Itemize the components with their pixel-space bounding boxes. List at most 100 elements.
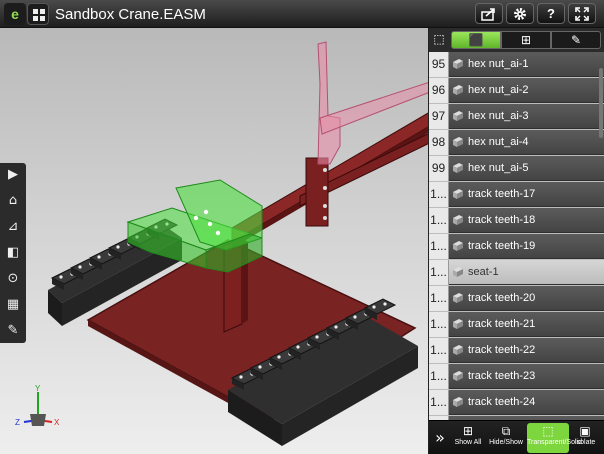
row-label: track teeth-23	[468, 370, 536, 382]
row-label: track teeth-22	[468, 344, 536, 356]
fullscreen-button[interactable]	[568, 3, 596, 24]
expand-icon: »	[435, 428, 445, 447]
row-number: 1...	[429, 234, 449, 259]
parts-icon: ⬚	[433, 32, 445, 46]
app-window: e Sandbox Crane.EASM ? Y X Z ▶ ⌂ ⊿ ◧ ⊙ ▦…	[0, 0, 604, 454]
gear-icon	[514, 8, 526, 20]
panel-bottom-bar: » ⊞ Show All ⧉ Hide/Show ⬚ Transparent/Solid ▣ I…	[429, 420, 604, 454]
markup-pen-icon: ✎	[7, 323, 19, 338]
list-item[interactable]: 1... track teeth-17	[429, 182, 604, 207]
part-list-scrollbar[interactable]	[599, 68, 603, 138]
list-item[interactable]: 97 hex nut_ai-3	[429, 104, 604, 129]
list-item[interactable]: 1... track teeth-19	[429, 234, 604, 259]
row-label: track teeth-20	[468, 292, 536, 304]
panel-header: ⬚ ⬛ ⊞ ✎	[429, 28, 604, 52]
share-icon	[481, 8, 495, 21]
section-icon: ◧	[6, 245, 20, 260]
triad-y-label: Y	[35, 384, 41, 393]
list-item[interactable]: 95 hex nut_ai-1	[429, 52, 604, 77]
row-number: 1...	[429, 364, 449, 389]
play-icon: ▶	[8, 167, 18, 182]
tab-parts[interactable]: ⬛	[451, 31, 501, 49]
list-item[interactable]: 1... track teeth-21	[429, 312, 604, 337]
row-label: track teeth-18	[468, 214, 536, 226]
row-number: 97	[429, 104, 449, 129]
grid-menu-button[interactable]	[27, 3, 49, 25]
part-icon	[453, 111, 463, 121]
tab-markup[interactable]: ✎	[551, 31, 601, 49]
home-button[interactable]: ⌂	[3, 191, 23, 211]
markup-pen-button[interactable]: ✎	[3, 321, 23, 341]
settings-button[interactable]	[506, 3, 534, 24]
part-icon	[453, 267, 463, 277]
fullscreen-icon	[575, 7, 589, 21]
row-number: 99	[429, 156, 449, 181]
home-icon: ⌂	[8, 193, 18, 208]
list-item[interactable]: 98 hex nut_ai-4	[429, 130, 604, 155]
list-item[interactable]: 1... seat-1	[429, 260, 604, 285]
list-item[interactable]: 1... track teeth-22	[429, 338, 604, 363]
bottom-button-label: Hide/Show	[489, 439, 523, 446]
model-viewport[interactable]: Y X Z ▶ ⌂ ⊿ ◧ ⊙ ▦ ✎	[0, 28, 428, 454]
panel-icon[interactable]: ⬚	[431, 31, 447, 49]
expand-button[interactable]: »	[431, 423, 449, 453]
row-number: 1...	[429, 182, 449, 207]
pen-icon: ✎	[570, 33, 582, 47]
crane-model[interactable]: Y X Z	[0, 28, 428, 454]
title-bar: e Sandbox Crane.EASM ?	[0, 0, 604, 28]
part-icon	[453, 371, 463, 381]
part-list[interactable]: 95 hex nut_ai-1 96 hex nut_ai-2 97 hex nut_ai…	[429, 52, 604, 444]
part-icon	[453, 137, 463, 147]
parts-icon: ⬛	[468, 33, 484, 47]
row-number: 98	[429, 130, 449, 155]
list-item[interactable]: 1... track teeth-20	[429, 286, 604, 311]
stack-button[interactable]: ▦	[3, 295, 23, 315]
tab-tree[interactable]: ⊞	[501, 31, 551, 49]
row-number: 1...	[429, 208, 449, 233]
list-item[interactable]: 1... track teeth-24	[429, 390, 604, 415]
transparent-solid-icon: ⬚	[542, 424, 554, 438]
row-number: 1...	[429, 260, 449, 285]
list-item[interactable]: 96 hex nut_ai-2	[429, 78, 604, 103]
play-button[interactable]: ▶	[3, 165, 23, 185]
axis-triad: Y X Z	[15, 384, 60, 427]
row-label: hex nut_ai-2	[468, 84, 529, 96]
camera-button[interactable]: ⊙	[3, 269, 23, 289]
show-all-button[interactable]: ⊞ Show All	[451, 423, 485, 453]
isolate-button[interactable]: ▣ Isolate	[571, 423, 599, 453]
part-icon	[453, 85, 463, 95]
left-toolbar: ▶ ⌂ ⊿ ◧ ⊙ ▦ ✎	[0, 163, 26, 343]
share-button[interactable]	[475, 3, 503, 24]
part-icon	[453, 241, 463, 251]
app-logo[interactable]: e	[4, 3, 26, 25]
camera-icon: ⊙	[7, 271, 19, 286]
triad-z-label: Z	[15, 418, 20, 427]
document-title: Sandbox Crane.EASM	[55, 6, 206, 23]
tree-icon: ⊞	[520, 33, 532, 47]
part-icon	[453, 293, 463, 303]
row-label: track teeth-19	[468, 240, 536, 252]
part-icon	[453, 319, 463, 329]
row-label: hex nut_ai-3	[468, 110, 529, 122]
feature-panel: ⬚ ⬛ ⊞ ✎ 95 hex nut_ai-1 96 hex nut_ai-2 97 he…	[428, 28, 604, 454]
part-icon	[453, 163, 463, 173]
row-label: track teeth-24	[468, 396, 536, 408]
measure-button[interactable]: ⊿	[3, 217, 23, 237]
help-button[interactable]: ?	[537, 3, 565, 24]
row-label: hex nut_ai-1	[468, 58, 529, 70]
row-label: hex nut_ai-5	[468, 162, 529, 174]
hide-show-button[interactable]: ⧉ Hide/Show	[487, 423, 525, 453]
list-item[interactable]: 99 hex nut_ai-5	[429, 156, 604, 181]
part-icon	[453, 59, 463, 69]
show-all-icon: ⊞	[462, 424, 474, 438]
transparent-solid-button[interactable]: ⬚ Transparent/Solid	[527, 423, 582, 453]
row-label: seat-1	[468, 266, 499, 278]
bottom-button-label: Transparent/Solid	[527, 439, 582, 446]
measure-icon: ⊿	[7, 219, 19, 234]
list-item[interactable]: 1... track teeth-18	[429, 208, 604, 233]
list-item[interactable]: 1... track teeth-23	[429, 364, 604, 389]
row-label: hex nut_ai-4	[468, 136, 529, 148]
section-button[interactable]: ◧	[3, 243, 23, 263]
isolate-icon: ▣	[579, 424, 591, 438]
row-number: 96	[429, 78, 449, 103]
